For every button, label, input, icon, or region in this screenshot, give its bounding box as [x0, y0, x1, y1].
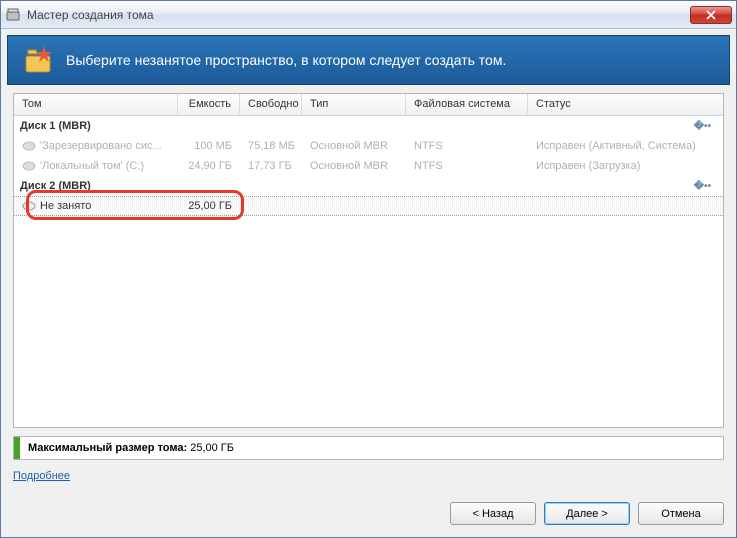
next-button[interactable]: Далее > [544, 502, 630, 525]
column-type[interactable]: Тип [302, 94, 406, 115]
column-capacity[interactable]: Емкость [178, 94, 240, 115]
volume-name: 'Локальный том' (C:) [40, 160, 144, 172]
wizard-header-text: Выберите незанятое пространство, в котор… [66, 52, 506, 68]
table-row-selected[interactable]: Не занято 25,00 ГБ [14, 196, 723, 216]
volume-wizard-window: Мастер создания тома Выберите незанятое … [0, 0, 737, 538]
capacity-cell: 25,00 ГБ [178, 200, 240, 212]
column-volume[interactable]: Том [14, 94, 178, 115]
grid-body: Диск 1 (MBR) �•• 'Зарезервировано сис...… [14, 116, 723, 427]
grid-header: Том Емкость Свободно Тип Файловая систем… [14, 94, 723, 116]
free-cell: 17,73 ГБ [240, 160, 302, 172]
volume-icon [22, 161, 36, 171]
capacity-cell: 100 МБ [178, 140, 240, 152]
close-button[interactable] [690, 6, 732, 24]
table-row[interactable]: 'Зарезервировано сис... 100 МБ 75,18 МБ … [14, 136, 723, 156]
fs-cell: NTFS [406, 160, 528, 172]
collapse-icon[interactable]: �•• [694, 121, 711, 132]
disk-group[interactable]: Диск 2 (MBR) �•• [14, 176, 723, 196]
titlebar: Мастер создания тома [1, 1, 736, 29]
column-free[interactable]: Свободно [240, 94, 302, 115]
content-area: Том Емкость Свободно Тип Файловая систем… [13, 93, 724, 482]
disk-group-label: Диск 2 (MBR) [20, 180, 91, 192]
column-filesystem[interactable]: Файловая система [406, 94, 528, 115]
status-cell: Исправен (Активный, Система) [528, 140, 723, 152]
app-icon [5, 7, 21, 23]
titlebar-text: Мастер создания тома [27, 8, 690, 22]
table-row[interactable]: 'Локальный том' (C:) 24,90 ГБ 17,73 ГБ О… [14, 156, 723, 176]
disk-group-label: Диск 1 (MBR) [20, 120, 91, 132]
collapse-icon[interactable]: �•• [694, 181, 711, 192]
status-cell: Исправен (Загрузка) [528, 160, 723, 172]
type-cell: Основной MBR [302, 140, 406, 152]
type-cell: Основной MBR [302, 160, 406, 172]
button-row: < Назад Далее > Отмена [1, 492, 736, 537]
capacity-cell: 24,90 ГБ [178, 160, 240, 172]
volume-icon [22, 141, 36, 151]
fs-cell: NTFS [406, 140, 528, 152]
volume-icon [22, 201, 36, 211]
wizard-header-icon [22, 44, 54, 76]
disk-group[interactable]: Диск 1 (MBR) �•• [14, 116, 723, 136]
back-button[interactable]: < Назад [450, 502, 536, 525]
details-link[interactable]: Подробнее [13, 470, 724, 482]
volume-name: Не занято [40, 200, 91, 212]
volumes-grid: Том Емкость Свободно Тип Файловая систем… [13, 93, 724, 428]
summary-text: Максимальный размер тома: 25,00 ГБ [20, 442, 234, 454]
volume-name: 'Зарезервировано сис... [40, 140, 162, 152]
summary-bar: Максимальный размер тома: 25,00 ГБ [13, 436, 724, 460]
free-cell: 75,18 МБ [240, 140, 302, 152]
cancel-button[interactable]: Отмена [638, 502, 724, 525]
column-status[interactable]: Статус [528, 94, 723, 115]
wizard-header: Выберите незанятое пространство, в котор… [7, 35, 730, 85]
